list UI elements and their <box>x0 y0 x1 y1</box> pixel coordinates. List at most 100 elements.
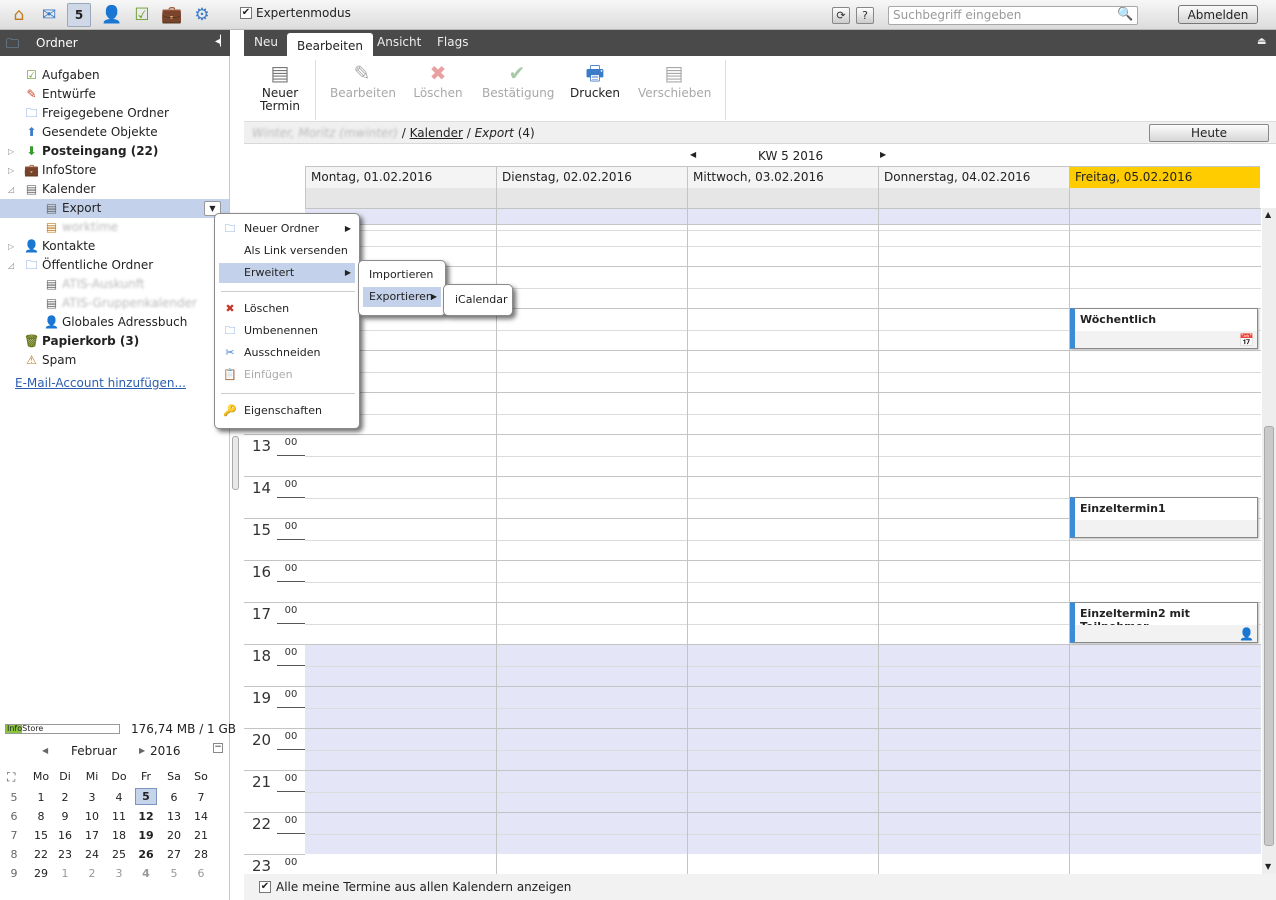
day-cell[interactable]: 23 <box>54 848 76 861</box>
prev-month-icon[interactable]: ◀ <box>42 746 48 755</box>
hour-row[interactable] <box>305 686 1261 728</box>
search-icon[interactable]: 🔍 <box>1117 7 1133 22</box>
mini-calendar-year[interactable]: 2016 <box>150 744 181 758</box>
day-cell[interactable]: 4 <box>135 867 157 880</box>
day-cell[interactable]: 4 <box>108 791 130 804</box>
print-button[interactable]: 🖶 Drucken <box>570 61 620 100</box>
add-email-account-link[interactable]: E-Mail-Account hinzufügen... <box>15 376 186 390</box>
day-cell[interactable]: 1 <box>30 791 52 804</box>
collapse-arrow-icon[interactable]: ◿ <box>8 256 14 275</box>
expand-arrow-icon[interactable]: ▷ <box>8 161 14 180</box>
folder-kalender[interactable]: ◿ ▤ Kalender <box>0 180 229 199</box>
day-cell[interactable]: 27 <box>163 848 185 861</box>
tab-ansicht[interactable]: Ansicht <box>377 35 421 49</box>
day-cell[interactable]: 12 <box>135 810 157 823</box>
folder-trash[interactable]: 🗑 Papierkorb (3) <box>0 332 229 351</box>
hour-row[interactable] <box>305 644 1261 686</box>
day-cell[interactable]: 28 <box>190 848 212 861</box>
week-number[interactable]: 7 <box>3 829 25 842</box>
collapse-panel-icon[interactable]: ◂▏ <box>215 36 228 47</box>
settings-gear-icon[interactable]: ⚙ <box>190 3 214 27</box>
menu-item-import[interactable]: Importieren <box>363 265 441 285</box>
all-day-cell[interactable] <box>878 188 1069 208</box>
day-cell[interactable]: 15 <box>30 829 52 842</box>
week-number[interactable]: 5 <box>3 791 25 804</box>
day-cell[interactable]: 13 <box>163 810 185 823</box>
collapse-arrow-icon[interactable]: ◿ <box>8 180 14 199</box>
calendar-app-icon[interactable]: 5 <box>67 3 91 27</box>
hour-row[interactable] <box>305 224 1261 266</box>
home-icon[interactable]: ⌂ <box>7 3 31 27</box>
menu-item-rename[interactable]: 🗀 Umbenennen <box>219 321 355 341</box>
week-number[interactable]: 6 <box>3 810 25 823</box>
day-header[interactable]: Donnerstag, 04.02.2016 <box>878 166 1069 188</box>
expand-arrow-icon[interactable]: ▷ <box>8 237 14 256</box>
folder-panel-splitter[interactable] <box>232 436 239 490</box>
folder-export[interactable]: ▤ Export ▼ <box>0 199 229 218</box>
folder-entwuerfe[interactable]: ✎ Entwürfe <box>0 85 229 104</box>
day-cell[interactable]: 22 <box>30 848 52 861</box>
day-cell[interactable]: 11 <box>108 810 130 823</box>
folder-inbox[interactable]: ▷ ⬇ Posteingang (22) <box>0 142 229 161</box>
menu-item-paste[interactable]: 📋 Einfügen <box>219 365 355 385</box>
day-cell[interactable]: 20 <box>163 829 185 842</box>
refresh-button[interactable]: ⟳ <box>832 7 850 24</box>
day-header[interactable]: Dienstag, 02.02.2016 <box>496 166 687 188</box>
appointment[interactable]: Einzeltermin1 <box>1070 497 1258 538</box>
day-header[interactable]: Freitag, 05.02.2016 <box>1069 166 1260 188</box>
hour-row[interactable] <box>305 812 1261 854</box>
tab-flags[interactable]: Flags <box>437 35 468 49</box>
confirm-button[interactable]: ✔ Bestätigung <box>482 61 554 100</box>
mail-icon[interactable]: ✉ <box>37 3 61 27</box>
contacts-icon[interactable]: 👤 <box>100 3 124 27</box>
hour-row[interactable] <box>305 560 1261 602</box>
day-cell[interactable]: 5 <box>163 867 185 880</box>
day-cell[interactable]: 10 <box>81 810 103 823</box>
hour-row[interactable] <box>305 770 1261 812</box>
week-number[interactable]: 9 <box>3 867 25 880</box>
week-number[interactable]: 8 <box>3 848 25 861</box>
prev-week-icon[interactable]: ◀ <box>690 150 696 159</box>
all-day-cell[interactable] <box>496 188 687 208</box>
week-select-icon[interactable]: ⛶ <box>7 770 15 785</box>
day-cell[interactable]: 29 <box>30 867 52 880</box>
infostore-icon[interactable]: 💼 <box>160 3 184 27</box>
expand-arrow-icon[interactable]: ▷ <box>8 142 14 161</box>
day-cell[interactable]: 5 <box>135 788 157 805</box>
menu-item-cut[interactable]: ✂ Ausschneiden <box>219 343 355 363</box>
folder-worktime[interactable]: ▤ worktime <box>0 218 229 237</box>
new-folder-icon[interactable]: 🗀 <box>6 35 19 57</box>
day-cell[interactable]: 2 <box>54 791 76 804</box>
folder-public[interactable]: ◿ 🗀 Öffentliche Ordner <box>0 256 229 275</box>
folder-shared[interactable]: 🗀 Freigegebene Ordner <box>0 104 229 123</box>
day-cell[interactable]: 8 <box>30 810 52 823</box>
hour-row[interactable] <box>305 208 1261 231</box>
day-cell[interactable]: 6 <box>163 791 185 804</box>
day-cell[interactable]: 1 <box>54 867 76 880</box>
delete-button[interactable]: ✖ Löschen <box>412 61 464 100</box>
new-appointment-button[interactable]: ▤ Neuer Termin <box>258 61 302 113</box>
scrollbar-thumb[interactable] <box>1264 426 1274 846</box>
day-cell[interactable]: 7 <box>190 791 212 804</box>
day-cell[interactable]: 14 <box>190 810 212 823</box>
menu-item-export[interactable]: Exportieren ▶ <box>363 287 441 307</box>
day-header[interactable]: Montag, 01.02.2016 <box>305 166 496 188</box>
appointment[interactable]: Wöchentlich 📅 <box>1070 308 1258 349</box>
breadcrumb-owner[interactable]: Winter, Moritz (mwinter) <box>252 126 398 140</box>
folder-sent[interactable]: ⬆ Gesendete Objekte <box>0 123 229 142</box>
tasks-icon[interactable]: ☑ <box>130 3 154 27</box>
menu-item-new-folder[interactable]: 🗀 Neuer Ordner ▶ <box>219 219 355 239</box>
search-input[interactable]: Suchbegriff eingeben <box>888 6 1138 25</box>
hour-row[interactable] <box>305 392 1261 434</box>
day-cell[interactable]: 2 <box>81 867 103 880</box>
day-cell[interactable]: 17 <box>81 829 103 842</box>
collapse-minical-icon[interactable]: − <box>213 743 223 753</box>
day-cell[interactable]: 3 <box>81 791 103 804</box>
day-cell[interactable]: 16 <box>54 829 76 842</box>
breadcrumb-calendar[interactable]: Kalender <box>410 126 463 140</box>
menu-item-delete[interactable]: ✖ Löschen <box>219 299 355 319</box>
mini-calendar-month[interactable]: Februar <box>71 744 117 758</box>
scroll-down-icon[interactable]: ▼ <box>1265 862 1271 871</box>
move-button[interactable]: ▤ Verschieben <box>638 61 711 100</box>
menu-item-properties[interactable]: 🔑 Eigenschaften <box>219 401 355 421</box>
